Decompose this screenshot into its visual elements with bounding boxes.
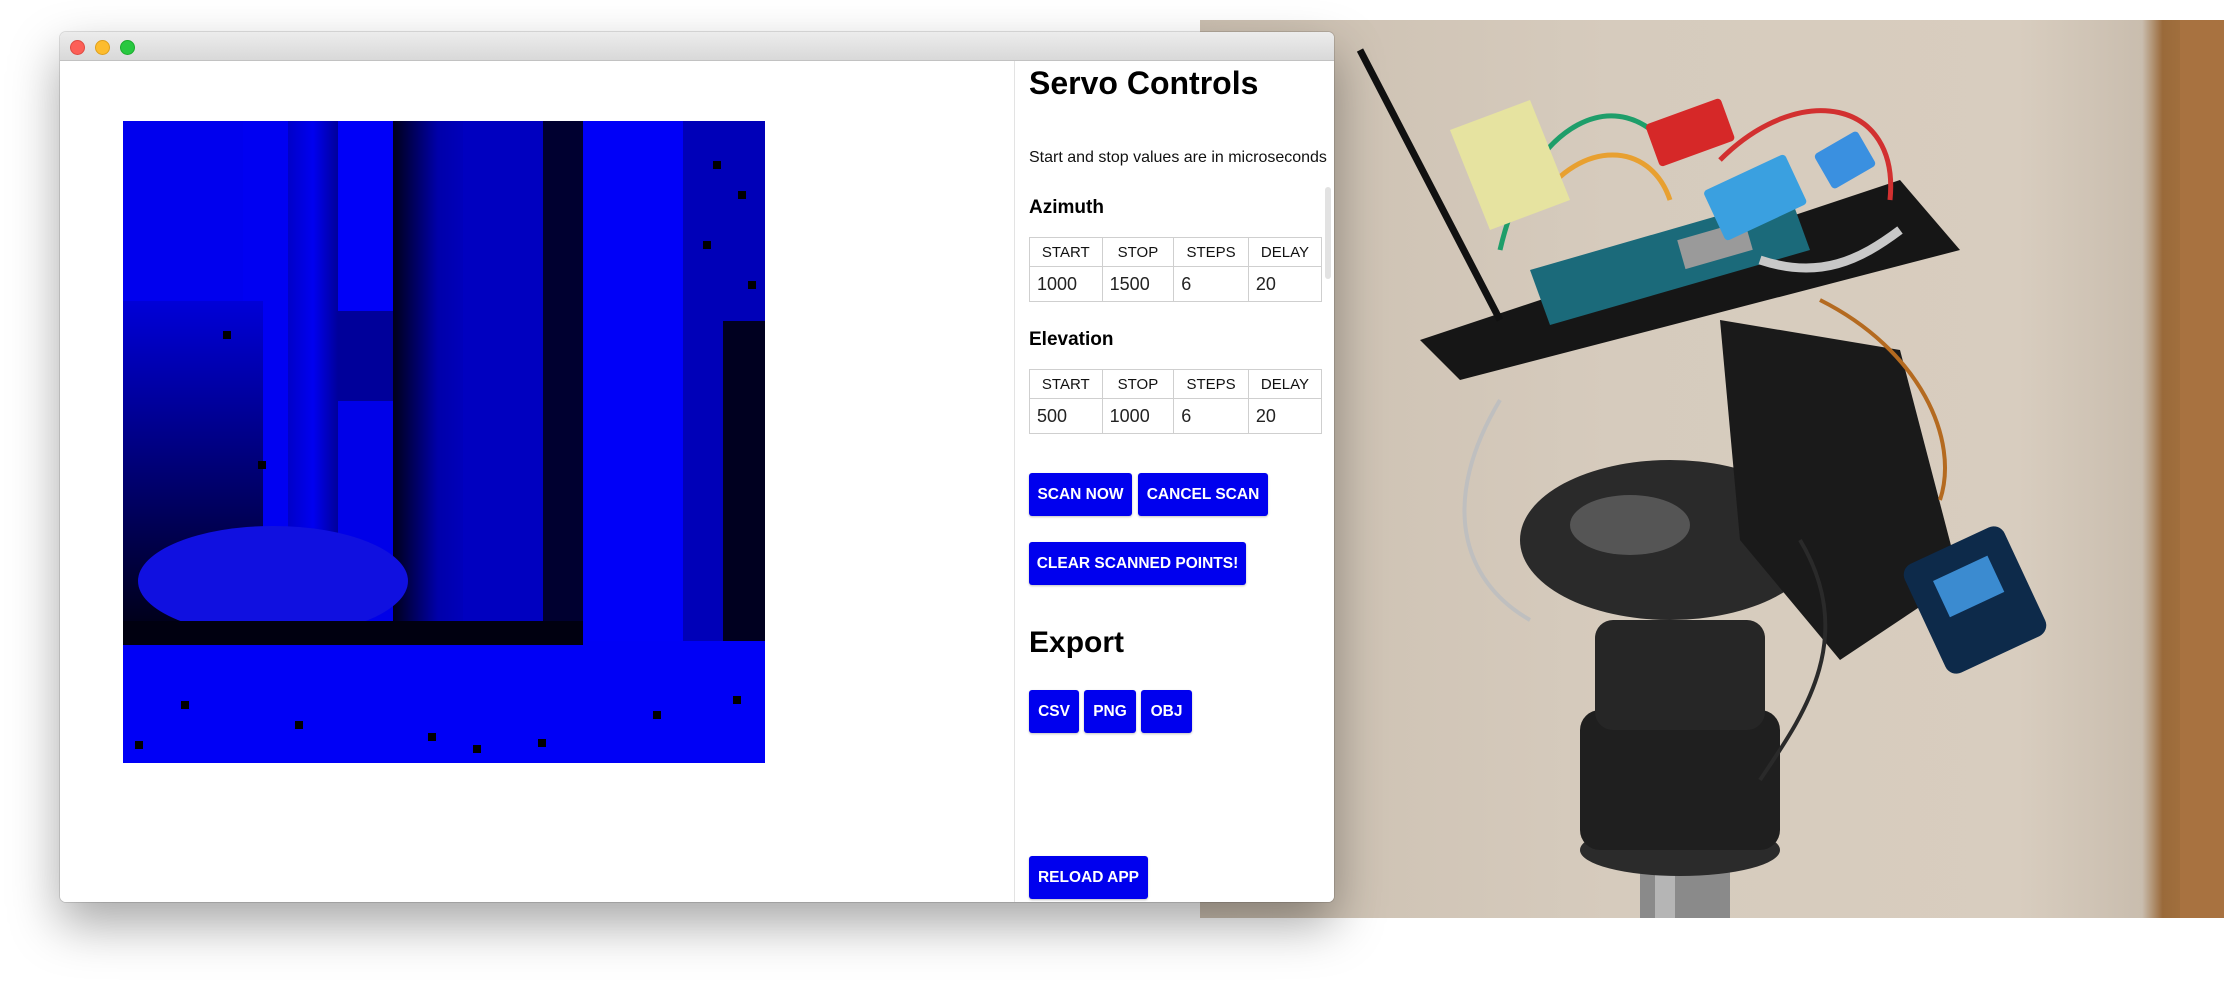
servo-controls-panel: Servo Controls Start and stop values are… (1014, 61, 1334, 902)
maximize-icon[interactable] (120, 40, 135, 55)
col-start: START (1029, 237, 1103, 267)
col-delay: DELAY (1247, 237, 1323, 267)
title-bar (60, 32, 1334, 61)
reload-app-button[interactable]: RELOAD APP (1029, 856, 1148, 899)
scan-now-button[interactable]: SCAN NOW (1029, 473, 1132, 516)
scan-depth-canvas[interactable] (123, 121, 765, 763)
col-start: START (1029, 369, 1103, 399)
export-png-button[interactable]: PNG (1084, 690, 1136, 733)
units-note: Start and stop values are in microsecond… (1029, 149, 1327, 166)
export-csv-button[interactable]: CSV (1029, 690, 1079, 733)
azimuth-delay-field[interactable]: 20 (1247, 266, 1323, 302)
panel-title: Servo Controls (1029, 65, 1259, 101)
col-steps: STEPS (1173, 369, 1249, 399)
close-icon[interactable] (70, 40, 85, 55)
col-stop: STOP (1101, 237, 1175, 267)
hardware-photo (1200, 20, 2224, 918)
azimuth-start-field[interactable]: 1000 (1029, 266, 1103, 302)
elevation-stop-field[interactable]: 1000 (1101, 398, 1175, 434)
cancel-scan-button[interactable]: CANCEL SCAN (1138, 473, 1268, 516)
export-obj-button[interactable]: OBJ (1141, 690, 1192, 733)
export-title: Export (1029, 626, 1125, 659)
clear-scanned-points-button[interactable]: CLEAR SCANNED POINTS! (1029, 542, 1246, 585)
scan-view (60, 61, 1014, 902)
app-window: Servo Controls Start and stop values are… (60, 32, 1334, 902)
elevation-table: START STOP STEPS DELAY 500 1000 6 20 (1029, 369, 1323, 434)
elevation-label: Elevation (1029, 329, 1114, 350)
minimize-icon[interactable] (95, 40, 110, 55)
azimuth-steps-field[interactable]: 6 (1173, 266, 1249, 302)
scanner-rig-illustration (1356, 20, 2224, 918)
elevation-start-field[interactable]: 500 (1029, 398, 1103, 434)
scrollbar[interactable] (1325, 187, 1331, 279)
azimuth-stop-field[interactable]: 1500 (1101, 266, 1175, 302)
azimuth-table: START STOP STEPS DELAY 1000 1500 6 20 (1029, 237, 1323, 302)
col-steps: STEPS (1173, 237, 1249, 267)
azimuth-label: Azimuth (1029, 197, 1104, 218)
elevation-steps-field[interactable]: 6 (1173, 398, 1249, 434)
elevation-delay-field[interactable]: 20 (1247, 398, 1323, 434)
col-delay: DELAY (1247, 369, 1323, 399)
col-stop: STOP (1101, 369, 1175, 399)
